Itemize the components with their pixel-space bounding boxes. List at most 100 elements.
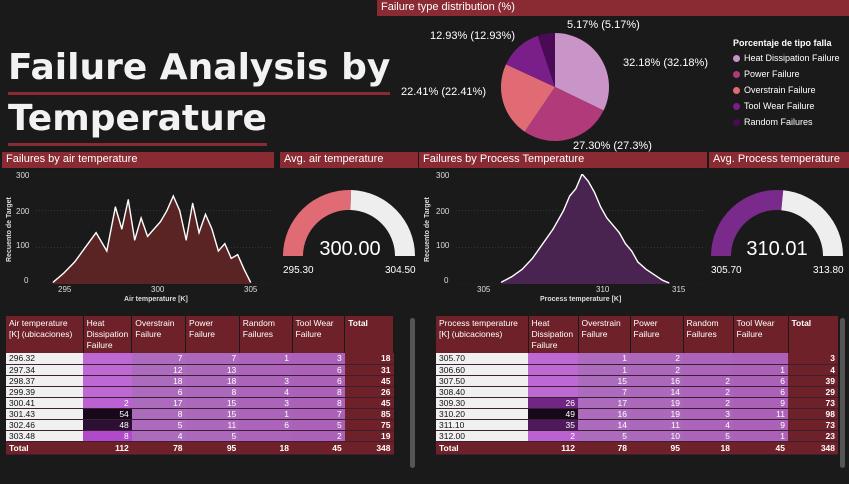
- row-header-cell: 311.10: [436, 419, 528, 431]
- row-total-cell: 26: [344, 386, 394, 398]
- table-cell: 2: [683, 386, 733, 398]
- column-header[interactable]: Total: [788, 316, 839, 353]
- air-area-chart[interactable]: [36, 174, 272, 284]
- table-cell: [683, 364, 733, 376]
- row-total-cell: 3: [788, 353, 838, 365]
- total-cell: Total: [6, 441, 84, 455]
- table-cell: 1: [578, 353, 630, 365]
- legend-label: Random Failures: [744, 117, 813, 127]
- table-cell: 1: [733, 364, 788, 376]
- table-cell: [733, 353, 788, 365]
- row-total-cell: 85: [344, 408, 394, 420]
- table-cell: 8: [292, 397, 345, 409]
- legend-item-power[interactable]: Power Failure: [733, 69, 840, 79]
- air-chart-header: Failures by air temperature: [2, 152, 274, 168]
- legend-item-random[interactable]: Random Failures: [733, 117, 840, 127]
- proc-chart-header: Failures by Process Temperature: [419, 152, 707, 168]
- table-total-row: Total 112 78 95 18 45 348: [436, 441, 838, 455]
- table-row: 300.41 2 17 15 3 8 45: [6, 397, 394, 409]
- data-point: [668, 282, 670, 284]
- data-point: [662, 279, 664, 281]
- table-row: 307.50 15 16 2 6 39: [436, 375, 838, 387]
- page-title-line2: Temperature: [8, 95, 267, 146]
- proc-area-chart[interactable]: [456, 174, 704, 284]
- page-title: Failure Analysis by Temperature: [8, 44, 391, 146]
- table-cell: 19: [630, 408, 683, 420]
- column-header[interactable]: Total: [344, 316, 394, 353]
- data-point: [653, 274, 655, 276]
- table-cell: 3: [239, 375, 293, 387]
- table-cell: 8: [185, 386, 240, 398]
- total-cell: 45: [733, 441, 788, 455]
- legend-item-overstrain[interactable]: Overstrain Failure: [733, 85, 840, 95]
- column-header[interactable]: Tool Wear Failure: [292, 316, 346, 353]
- table-cell: 6: [292, 375, 345, 387]
- data-point: [552, 228, 554, 230]
- table-cell: 3: [239, 397, 293, 409]
- column-header[interactable]: Process temperature [K] (ubicaciones): [436, 316, 529, 353]
- data-point: [569, 195, 571, 197]
- table-cell: [83, 364, 132, 376]
- column-header[interactable]: Tool Wear Failure: [733, 316, 789, 353]
- column-header[interactable]: Random Failures: [683, 316, 734, 353]
- total-cell: 95: [630, 441, 683, 455]
- table-row: 301.43 54 8 15 1 7 85: [6, 408, 394, 420]
- row-total-cell: 31: [344, 364, 394, 376]
- data-point: [521, 268, 523, 270]
- data-point: [237, 254, 239, 256]
- table-cell: 4: [683, 419, 733, 431]
- proc-table-scrollbar[interactable]: [840, 318, 845, 468]
- table-cell: 2: [683, 397, 733, 409]
- air-gauge-min: 295.30: [283, 265, 314, 276]
- pie-label-heat: 32.18% (32.18%): [623, 57, 708, 69]
- data-point: [645, 268, 647, 270]
- table-cell: 6: [239, 419, 293, 431]
- data-point: [562, 210, 565, 212]
- total-cell: 112: [528, 441, 578, 455]
- table-cell: 12: [131, 364, 186, 376]
- table-cell: [83, 386, 132, 398]
- table-row: 299.39 6 8 4 8 26: [6, 386, 394, 398]
- table-cell: [528, 364, 578, 376]
- air-ytick: 100: [16, 241, 30, 250]
- table-cell: [239, 430, 293, 442]
- total-cell: 78: [578, 441, 630, 455]
- row-total-cell: 19: [344, 430, 394, 442]
- data-point: [95, 232, 97, 234]
- pie-header: Failure type distribution (%): [377, 0, 849, 16]
- data-point: [134, 239, 136, 241]
- air-table-scrollbar[interactable]: [410, 318, 415, 468]
- column-header[interactable]: Power Failure: [630, 316, 684, 353]
- data-point: [185, 239, 187, 241]
- proc-gauge-value: 310.01: [746, 238, 808, 260]
- data-point: [511, 276, 513, 278]
- legend-item-heat[interactable]: Heat Dissipation Failure: [733, 53, 840, 63]
- data-point: [606, 217, 608, 219]
- table-cell: 2: [683, 375, 733, 387]
- proc-matrix-table: Process temperature [K] (ubicaciones) Hea…: [436, 316, 839, 455]
- row-total-cell: 98: [788, 408, 838, 420]
- table-cell: 17: [578, 397, 630, 409]
- table-cell: [83, 353, 132, 365]
- data-point: [575, 188, 577, 190]
- column-header[interactable]: Air temperature [K] (ubicaciones): [6, 316, 84, 353]
- table-cell: 14: [578, 419, 630, 431]
- total-cell: Total: [436, 441, 528, 455]
- column-header[interactable]: Power Failure: [185, 316, 240, 353]
- table-cell: 8: [83, 430, 132, 442]
- column-header[interactable]: Overstrain Failure: [578, 316, 631, 353]
- table-cell: 48: [83, 419, 132, 431]
- pie-legend: Porcentaje de tipo falla Heat Dissipatio…: [733, 38, 840, 133]
- column-header[interactable]: Heat Dissipation Failure: [83, 316, 133, 353]
- table-row: 309.30 26 17 19 2 9 73: [436, 397, 838, 409]
- data-point: [243, 268, 245, 270]
- table-cell: 35: [528, 419, 578, 431]
- column-header[interactable]: Heat Dissipation Failure: [528, 316, 579, 353]
- column-header[interactable]: Random Failures: [239, 316, 293, 353]
- data-point: [600, 206, 602, 208]
- column-header[interactable]: Overstrain Failure: [131, 316, 187, 353]
- legend-item-toolwear[interactable]: Tool Wear Failure: [733, 101, 840, 111]
- row-header-cell: 297.34: [6, 364, 84, 376]
- table-cell: 49: [528, 408, 578, 420]
- row-total-cell: 73: [788, 419, 838, 431]
